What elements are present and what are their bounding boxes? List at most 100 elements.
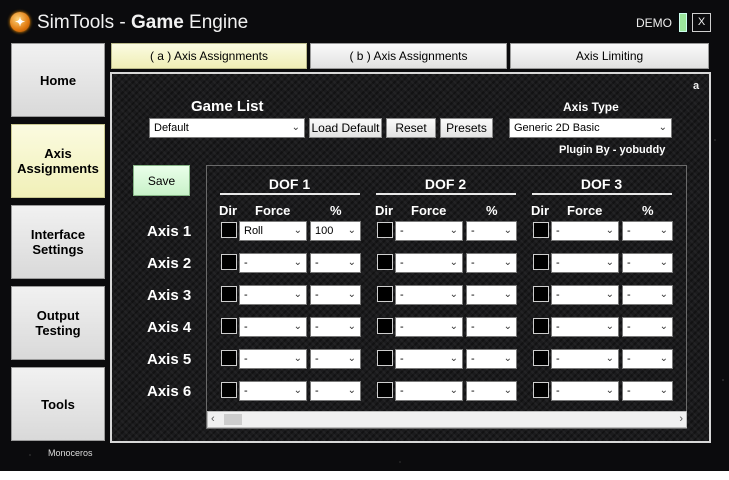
force-select[interactable]: - ⌄ <box>551 285 619 305</box>
dir-checkbox[interactable] <box>221 382 237 398</box>
chevron-down-icon: ⌄ <box>347 225 356 236</box>
game-list-select[interactable]: Default ⌄ <box>149 118 305 138</box>
sidebar-item-home[interactable]: Home <box>11 43 105 117</box>
percent-value: - <box>471 257 475 269</box>
percent-select[interactable]: - ⌄ <box>622 381 673 401</box>
percent-value: - <box>627 385 631 397</box>
force-select[interactable]: - ⌄ <box>239 349 307 369</box>
chevron-down-icon: ⌄ <box>449 385 458 396</box>
title-simtools: SimTools <box>37 12 115 33</box>
tab-axis-assignments-a[interactable]: ( a ) Axis Assignments <box>111 43 307 69</box>
tab-axis-limiting[interactable]: Axis Limiting <box>510 43 709 69</box>
force-value: - <box>400 257 404 269</box>
force-select[interactable]: - ⌄ <box>395 349 463 369</box>
dir-checkbox[interactable] <box>533 318 549 334</box>
percent-select[interactable]: 100 ⌄ <box>310 221 361 241</box>
percent-select[interactable]: - ⌄ <box>310 285 361 305</box>
reset-button[interactable]: Reset <box>386 118 436 138</box>
sidebar-item-tools[interactable]: Tools <box>11 367 105 441</box>
percent-select[interactable]: - ⌄ <box>622 221 673 241</box>
sidebar-item-interface-settings[interactable]: Interface Settings <box>11 205 105 279</box>
scroll-left-icon[interactable]: ‹ <box>211 412 215 427</box>
force-select[interactable]: - ⌄ <box>395 221 463 241</box>
force-select[interactable]: - ⌄ <box>239 285 307 305</box>
force-select[interactable]: - ⌄ <box>551 221 619 241</box>
percent-select[interactable]: - ⌄ <box>310 349 361 369</box>
percent-select[interactable]: - ⌄ <box>466 253 517 273</box>
presets-button[interactable]: Presets <box>440 118 493 138</box>
title-bar: ✦ SimTools - Game Engine DEMO X <box>0 0 729 42</box>
force-select[interactable]: - ⌄ <box>239 253 307 273</box>
percent-select[interactable]: - ⌄ <box>310 253 361 273</box>
force-select[interactable]: Roll ⌄ <box>239 221 307 241</box>
force-select[interactable]: - ⌄ <box>395 317 463 337</box>
dir-checkbox[interactable] <box>377 222 393 238</box>
percent-value: - <box>627 289 631 301</box>
percent-select[interactable]: - ⌄ <box>466 317 517 337</box>
force-select[interactable]: - ⌄ <box>551 381 619 401</box>
force-select[interactable]: - ⌄ <box>239 381 307 401</box>
dir-checkbox[interactable] <box>377 350 393 366</box>
chevron-down-icon: ⌄ <box>449 321 458 332</box>
scroll-right-icon[interactable]: › <box>679 412 683 427</box>
col-head-percent: % <box>330 203 342 218</box>
dir-checkbox[interactable] <box>221 286 237 302</box>
force-value: - <box>244 257 248 269</box>
percent-select[interactable]: - ⌄ <box>310 381 361 401</box>
tab-axis-assignments-b[interactable]: ( b ) Axis Assignments <box>310 43 507 69</box>
percent-select[interactable]: - ⌄ <box>622 285 673 305</box>
axis-label: Axis 2 <box>147 255 192 272</box>
force-select[interactable]: - ⌄ <box>551 317 619 337</box>
percent-select[interactable]: - ⌄ <box>310 317 361 337</box>
force-select[interactable]: - ⌄ <box>395 253 463 273</box>
dir-checkbox[interactable] <box>377 382 393 398</box>
dir-checkbox[interactable] <box>221 222 237 238</box>
force-select[interactable]: - ⌄ <box>551 349 619 369</box>
demo-indicator <box>679 13 687 32</box>
dir-checkbox[interactable] <box>221 318 237 334</box>
dir-checkbox[interactable] <box>377 318 393 334</box>
load-default-button[interactable]: Load Default <box>309 118 382 138</box>
percent-select[interactable]: - ⌄ <box>466 381 517 401</box>
save-button[interactable]: Save <box>133 165 190 196</box>
sidebar-item-output-testing[interactable]: Output Testing <box>11 286 105 360</box>
axis-type-select[interactable]: Generic 2D Basic ⌄ <box>509 118 672 138</box>
dof-divider <box>220 193 360 195</box>
dir-checkbox[interactable] <box>221 350 237 366</box>
dof-divider <box>532 193 672 195</box>
percent-select[interactable]: - ⌄ <box>466 221 517 241</box>
force-select[interactable]: - ⌄ <box>239 317 307 337</box>
axis-type-value: Generic 2D Basic <box>514 122 600 134</box>
brand-label: Monoceros <box>48 448 93 458</box>
dir-checkbox[interactable] <box>533 286 549 302</box>
dir-checkbox[interactable] <box>533 222 549 238</box>
force-value: - <box>400 353 404 365</box>
percent-select[interactable]: - ⌄ <box>622 253 673 273</box>
dir-checkbox[interactable] <box>533 382 549 398</box>
force-select[interactable]: - ⌄ <box>551 253 619 273</box>
force-value: - <box>400 225 404 237</box>
simtools-logo-icon: ✦ <box>10 12 30 32</box>
scrollbar-thumb[interactable] <box>224 414 242 425</box>
horizontal-scrollbar[interactable]: ‹ › <box>207 411 687 428</box>
percent-select[interactable]: - ⌄ <box>466 349 517 369</box>
force-select[interactable]: - ⌄ <box>395 285 463 305</box>
dir-checkbox[interactable] <box>533 254 549 270</box>
dir-checkbox[interactable] <box>377 286 393 302</box>
chevron-down-icon: ⌄ <box>605 353 614 364</box>
chevron-down-icon: ⌄ <box>503 321 512 332</box>
percent-select[interactable]: - ⌄ <box>622 349 673 369</box>
percent-select[interactable]: - ⌄ <box>622 317 673 337</box>
sidebar-item-axis-assignments[interactable]: Axis Assignments <box>11 124 105 198</box>
close-button[interactable]: X <box>692 13 711 32</box>
chevron-down-icon: ⌄ <box>659 385 668 396</box>
dir-checkbox[interactable] <box>221 254 237 270</box>
dir-checkbox[interactable] <box>533 350 549 366</box>
percent-select[interactable]: - ⌄ <box>466 285 517 305</box>
game-list-value: Default <box>154 122 189 134</box>
percent-value: - <box>471 385 475 397</box>
dir-checkbox[interactable] <box>377 254 393 270</box>
force-select[interactable]: - ⌄ <box>395 381 463 401</box>
chevron-down-icon: ⌄ <box>347 257 356 268</box>
percent-value: - <box>627 353 631 365</box>
